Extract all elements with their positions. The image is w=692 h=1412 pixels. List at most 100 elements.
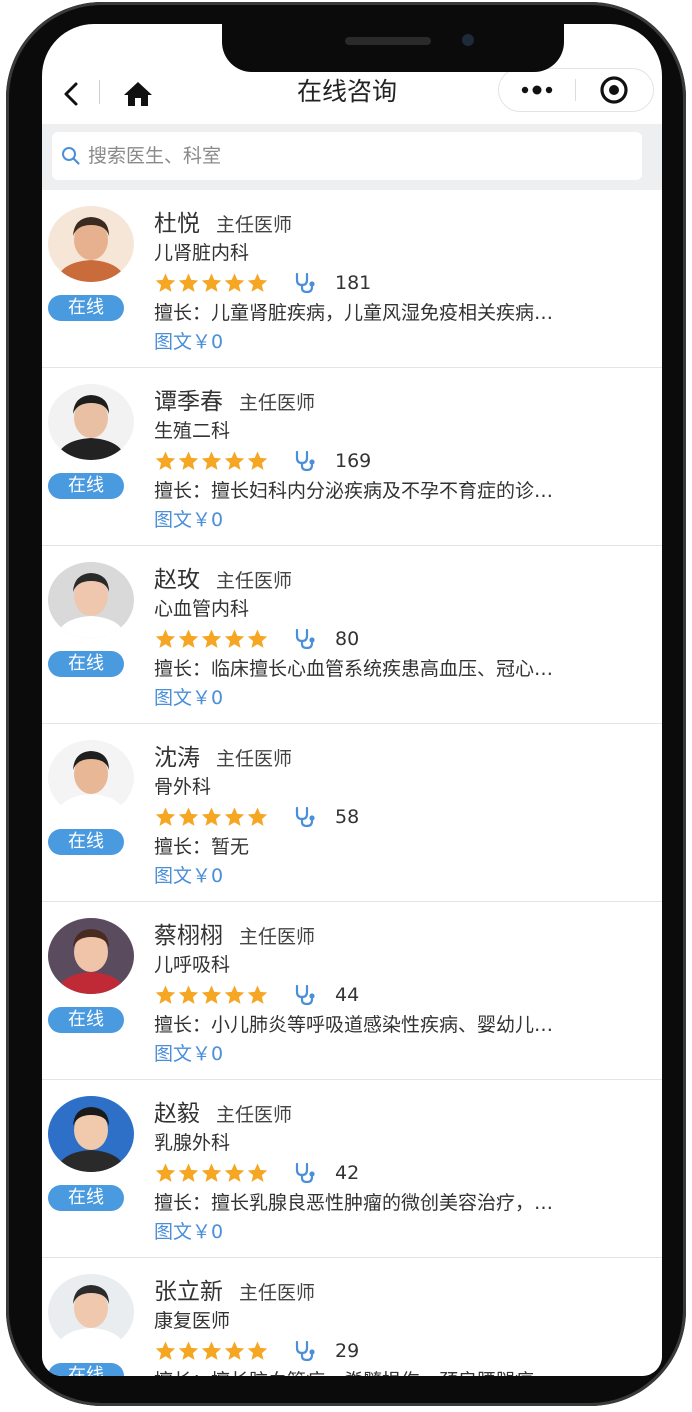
speaker-grille: [345, 37, 431, 45]
consult-price-link[interactable]: 图文￥0: [154, 1040, 654, 1068]
doctor-department: 康复医师: [154, 1310, 231, 1332]
star-icon: [178, 1163, 199, 1182]
star-icon: [224, 807, 245, 826]
app-screen: 在线咨询 搜索医生、科室 在线 杜悦 主任医师 儿肾脏内科 181 擅长：儿童肾…: [42, 24, 662, 1376]
star-icon: [224, 1341, 245, 1360]
search-input[interactable]: [86, 144, 630, 168]
avatar[interactable]: [48, 206, 134, 282]
star-icon: [178, 1341, 199, 1360]
rating-stars: [154, 628, 269, 650]
stethoscope-icon: [295, 1162, 315, 1184]
doctor-name: 张立新: [154, 1279, 223, 1305]
home-button[interactable]: [120, 76, 156, 112]
doctor-info: 赵毅 主任医师 乳腺外科 42 擅长：擅长乳腺良恶性肿瘤的微创美容治疗，… 图文…: [154, 1094, 654, 1246]
name-row: 赵毅 主任医师: [154, 1094, 654, 1128]
star-icon: [178, 629, 199, 648]
avatar[interactable]: [48, 1096, 134, 1172]
doctor-card[interactable]: 在线 蔡栩栩 主任医师 儿呼吸科 44 擅长：小儿肺炎等呼吸道感染性疾病、婴幼儿…: [42, 902, 662, 1080]
rating-stars: [154, 806, 269, 828]
stethoscope-icon: [295, 984, 315, 1006]
star-icon: [155, 629, 176, 648]
doctor-specialty: 擅长：小儿肺炎等呼吸道感染性疾病、婴幼儿…: [154, 1014, 554, 1036]
doctor-card[interactable]: 在线 杜悦 主任医师 儿肾脏内科 181 擅长：儿童肾脏疾病，儿童风湿免疫相关疾…: [42, 190, 662, 368]
star-icon: [201, 451, 222, 470]
star-icon: [201, 273, 222, 292]
star-icon: [155, 1341, 176, 1360]
star-icon: [155, 1163, 176, 1182]
avatar[interactable]: [48, 918, 134, 994]
consult-count: 29: [335, 1340, 360, 1362]
front-camera: [462, 34, 474, 46]
doctor-department: 心血管内科: [154, 598, 250, 620]
avatar[interactable]: [48, 1274, 134, 1350]
rating-stars: [154, 1340, 269, 1362]
star-icon: [224, 451, 245, 470]
back-button[interactable]: [56, 76, 86, 112]
rating-row: 42: [154, 1158, 654, 1188]
consult-price-link[interactable]: 图文￥0: [154, 506, 654, 534]
doctor-info: 蔡栩栩 主任医师 儿呼吸科 44 擅长：小儿肺炎等呼吸道感染性疾病、婴幼儿… 图…: [154, 916, 654, 1068]
consult-price-link[interactable]: 图文￥0: [154, 684, 654, 712]
header-divider: [99, 80, 100, 104]
doctor-department: 儿肾脏内科: [154, 242, 250, 264]
rating-row: 29: [154, 1336, 654, 1366]
doctor-info: 赵玫 主任医师 心血管内科 80 擅长：临床擅长心血管系统疾患高血压、冠心… 图…: [154, 560, 654, 712]
star-icon: [155, 451, 176, 470]
doctor-card[interactable]: 在线 赵毅 主任医师 乳腺外科 42 擅长：擅长乳腺良恶性肿瘤的微创美容治疗，……: [42, 1080, 662, 1258]
avatar[interactable]: [48, 562, 134, 638]
star-icon: [224, 1163, 245, 1182]
star-icon: [178, 985, 199, 1004]
star-icon: [247, 273, 268, 292]
consult-price-link[interactable]: 图文￥0: [154, 328, 654, 356]
page-title: 在线咨询: [296, 77, 397, 106]
star-icon: [155, 273, 176, 292]
doctor-photo: [48, 740, 134, 816]
rating-stars: [154, 984, 269, 1006]
doctor-title: 主任医师: [239, 926, 316, 948]
doctor-card[interactable]: 在线 赵玫 主任医师 心血管内科 80 擅长：临床擅长心血管系统疾患高血压、冠心…: [42, 546, 662, 724]
doctor-title: 主任医师: [216, 214, 293, 236]
star-icon: [247, 1163, 268, 1182]
rating-row: 58: [154, 802, 654, 832]
star-icon: [224, 985, 245, 1004]
doctor-specialty: 擅长：擅长脑血管病、脊髓损伤、颈肩腰腿痛…: [154, 1366, 644, 1376]
stethoscope-icon: [295, 450, 315, 472]
avatar[interactable]: [48, 740, 134, 816]
star-icon: [201, 1163, 222, 1182]
consult-price-link[interactable]: 图文￥0: [154, 862, 654, 890]
star-icon: [224, 273, 245, 292]
doctor-specialty: 擅长：暂无: [154, 836, 250, 858]
doctor-card[interactable]: 在线 张立新 主任医师 康复医师 29 擅长：擅长脑血管病、脊髓损伤、颈肩腰腿痛…: [42, 1258, 662, 1376]
star-icon: [224, 629, 245, 648]
doctor-department: 儿呼吸科: [154, 954, 231, 976]
doctor-photo: [48, 1274, 134, 1350]
doctor-card[interactable]: 在线 谭季春 主任医师 生殖二科 169 擅长：擅长妇科内分泌疾病及不孕不育症的…: [42, 368, 662, 546]
stethoscope-icon: [295, 272, 315, 294]
doctor-info: 杜悦 主任医师 儿肾脏内科 181 擅长：儿童肾脏疾病，儿童风湿免疫相关疾病… …: [154, 204, 654, 356]
star-icon: [155, 985, 176, 1004]
star-icon: [155, 807, 176, 826]
avatar[interactable]: [48, 384, 134, 460]
doctor-specialty: 擅长：擅长乳腺良恶性肿瘤的微创美容治疗，…: [154, 1192, 554, 1214]
star-icon: [247, 807, 268, 826]
consult-price-link[interactable]: 图文￥0: [154, 1218, 654, 1246]
stethoscope-icon: [295, 806, 315, 828]
doctor-photo: [48, 384, 134, 460]
consult-count: 42: [335, 1162, 360, 1184]
doctor-photo: [48, 1096, 134, 1172]
search-box[interactable]: [52, 132, 642, 180]
star-icon: [178, 807, 199, 826]
doctor-info: 谭季春 主任医师 生殖二科 169 擅长：擅长妇科内分泌疾病及不孕不育症的诊… …: [154, 382, 654, 534]
rating-stars: [154, 272, 269, 294]
doctor-title: 主任医师: [216, 748, 293, 770]
star-icon: [247, 451, 268, 470]
close-button[interactable]: [576, 69, 652, 111]
doctor-name: 沈涛: [154, 745, 200, 771]
consult-count: 80: [335, 628, 360, 650]
name-row: 沈涛 主任医师: [154, 738, 654, 772]
name-row: 谭季春 主任医师: [154, 382, 654, 416]
more-button[interactable]: [499, 69, 575, 111]
star-icon: [247, 629, 268, 648]
doctor-card[interactable]: 在线 沈涛 主任医师 骨外科 58 擅长：暂无 图文￥0: [42, 724, 662, 902]
mini-program-capsule: [498, 68, 654, 112]
